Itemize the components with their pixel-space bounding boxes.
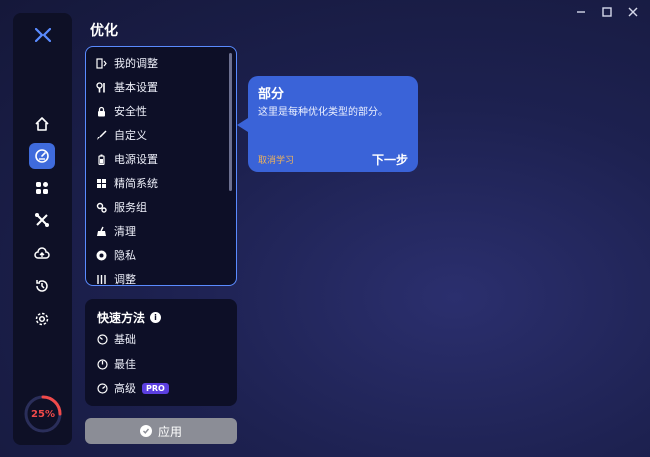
lock-icon bbox=[98, 106, 105, 116]
cloud-upload-icon[interactable] bbox=[29, 241, 55, 267]
mode-label: 高级 bbox=[114, 382, 136, 395]
category-list: 我的调整 基本设置 安全性 自定义 电源设置 精简系统 服务组 清理 隐私 调整 bbox=[85, 46, 237, 286]
tooltip-title: 部分 bbox=[258, 87, 285, 102]
history-icon[interactable] bbox=[29, 273, 55, 299]
list-item-label: 清理 bbox=[114, 225, 136, 238]
tooltip-body: 这里是每种优化类型的部分。 bbox=[258, 107, 388, 118]
list-item[interactable]: 隐私 bbox=[96, 245, 136, 265]
pro-badge: PRO bbox=[142, 382, 169, 394]
list-item[interactable]: 精简系统 bbox=[96, 173, 158, 193]
broom-icon bbox=[97, 226, 106, 236]
quick-method-title: 快速方法 i bbox=[97, 309, 162, 326]
mode-label: 基础 bbox=[114, 333, 136, 346]
window-controls bbox=[574, 5, 640, 19]
list-item-label: 自定义 bbox=[114, 129, 147, 142]
list-item-label: 服务组 bbox=[114, 201, 147, 214]
x-logo-icon bbox=[32, 25, 54, 45]
list-item-label: 精简系统 bbox=[114, 177, 158, 190]
list-item[interactable]: 安全性 bbox=[96, 101, 147, 121]
apps-grid-icon[interactable] bbox=[29, 175, 55, 201]
mode-best[interactable]: 最佳 bbox=[97, 356, 136, 372]
speedometer-icon[interactable] bbox=[29, 143, 55, 169]
mode-advanced[interactable]: 高级 PRO bbox=[97, 380, 169, 396]
gauge-high-icon bbox=[97, 382, 108, 394]
my-tweaks-icon bbox=[96, 57, 107, 69]
info-icon[interactable]: i bbox=[150, 312, 162, 323]
apply-label: 应用 bbox=[157, 424, 182, 439]
list-item-label: 安全性 bbox=[114, 105, 147, 118]
windows-icon bbox=[97, 178, 106, 188]
check-icon bbox=[139, 425, 152, 437]
privacy-eye-icon bbox=[96, 250, 107, 260]
list-item[interactable]: 基本设置 bbox=[96, 77, 158, 97]
quick-method-panel: 快速方法 i 基础 最佳 高级 PRO bbox=[85, 299, 237, 406]
sliders-icon bbox=[97, 274, 106, 284]
list-item[interactable]: 我的调整 bbox=[96, 53, 158, 73]
brush-icon bbox=[97, 129, 107, 140]
list-item[interactable]: 服务组 bbox=[96, 197, 147, 217]
battery-icon bbox=[98, 154, 105, 165]
list-item[interactable]: 清理 bbox=[96, 221, 136, 241]
skip-tutorial-link[interactable]: 取消学习 bbox=[258, 153, 294, 166]
wrench-icon bbox=[96, 81, 105, 92]
gauge-mid-icon bbox=[97, 358, 108, 370]
list-scrollbar[interactable] bbox=[229, 53, 232, 191]
gear-icon[interactable] bbox=[29, 306, 55, 332]
list-item-label: 我的调整 bbox=[114, 57, 158, 70]
mode-basic[interactable]: 基础 bbox=[97, 331, 136, 347]
services-gear-icon bbox=[96, 202, 107, 213]
list-item-label: 调整 bbox=[114, 273, 136, 286]
list-item-label: 基本设置 bbox=[114, 81, 158, 94]
list-item[interactable]: 自定义 bbox=[96, 125, 147, 145]
list-item-label: 隐私 bbox=[114, 249, 136, 262]
tools-cross-icon[interactable] bbox=[29, 207, 55, 233]
home-icon[interactable] bbox=[29, 111, 55, 137]
gauge-low-icon bbox=[97, 333, 108, 345]
minimize-icon[interactable] bbox=[574, 5, 588, 19]
list-item[interactable]: 电源设置 bbox=[96, 149, 158, 169]
close-icon[interactable] bbox=[626, 5, 640, 19]
sidebar: 25% bbox=[13, 13, 72, 445]
apply-button[interactable]: 应用 bbox=[85, 418, 237, 444]
quick-method-label: 快速方法 bbox=[97, 311, 146, 325]
page-title: 优化 bbox=[90, 23, 118, 39]
next-step-button[interactable]: 下一步 bbox=[372, 151, 408, 168]
maximize-icon[interactable] bbox=[600, 5, 614, 19]
tooltip-arrow bbox=[237, 118, 248, 132]
list-item[interactable]: 调整 bbox=[96, 269, 136, 286]
onboarding-tooltip: 部分 这里是每种优化类型的部分。 取消学习 下一步 bbox=[248, 76, 418, 172]
list-item-label: 电源设置 bbox=[114, 153, 158, 166]
progress-percent: 25% bbox=[31, 408, 55, 420]
mode-label: 最佳 bbox=[114, 358, 136, 371]
